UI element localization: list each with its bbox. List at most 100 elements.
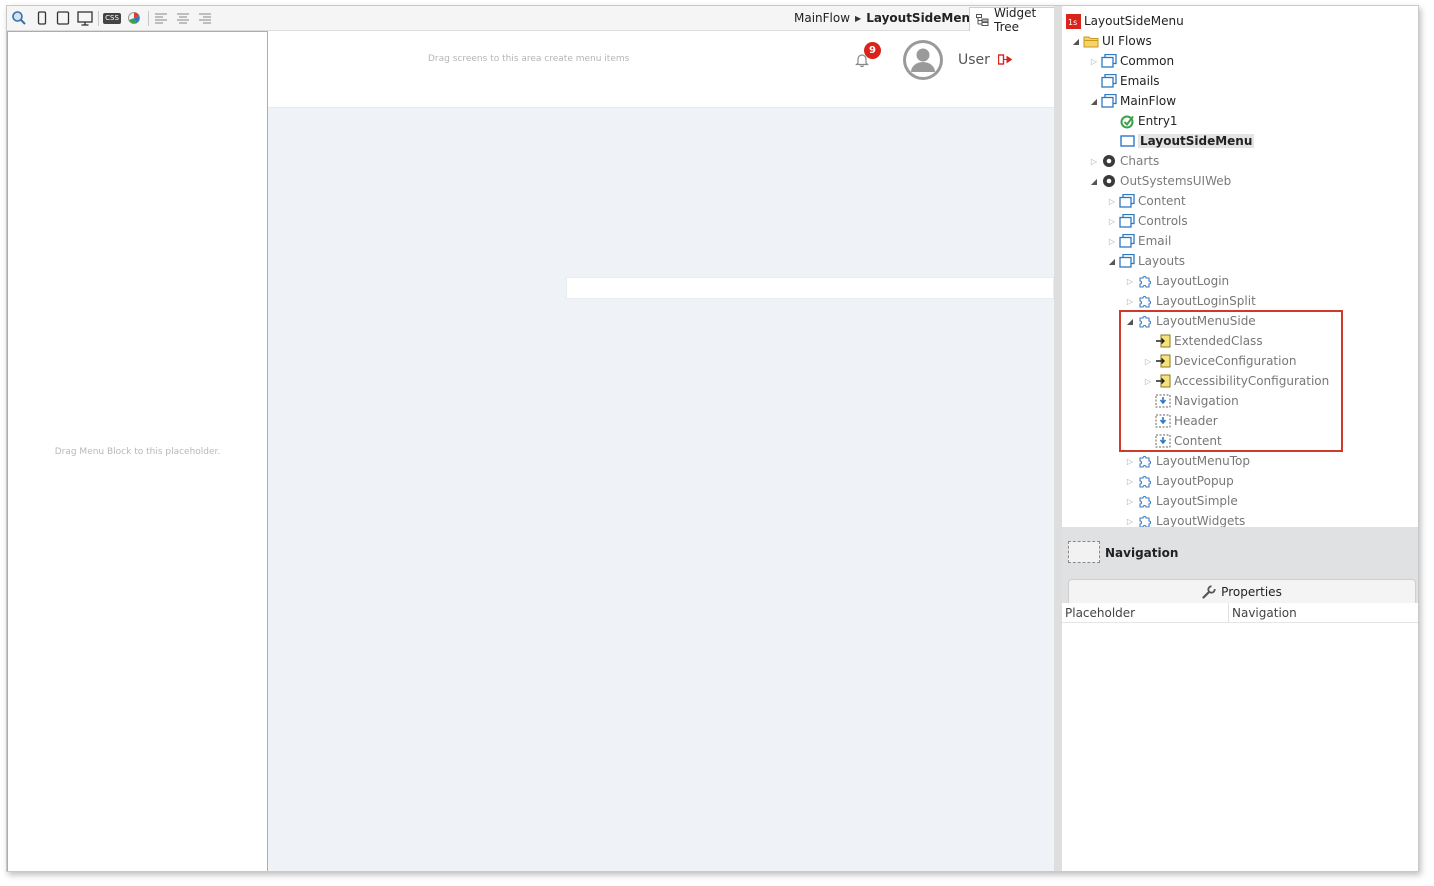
block-puzzle-icon [1137, 493, 1153, 509]
breadcrumb: MainFlow ▶ LayoutSideMenu [794, 11, 979, 25]
tree-node-layouts[interactable]: ◢ Layouts [1107, 251, 1185, 271]
ui-flow-icon [1119, 193, 1135, 209]
entry-check-icon [1119, 113, 1135, 129]
widget-tree-icon [976, 13, 989, 26]
breadcrumb-flow[interactable]: MainFlow [794, 11, 850, 25]
menu-placeholder[interactable]: Drag Menu Block to this placeholder. [7, 31, 268, 871]
ui-flow-icon [1101, 53, 1117, 69]
logout-icon[interactable] [997, 53, 1013, 66]
svg-text:1s: 1s [1068, 18, 1077, 27]
expand-icon[interactable]: ▷ [1125, 477, 1135, 486]
user-name[interactable]: User [958, 52, 990, 68]
module-reference-icon [1101, 153, 1117, 169]
menu-placeholder-hint: Drag Menu Block to this placeholder. [54, 447, 221, 457]
tree-node-layoutloginsplit[interactable]: ▷ LayoutLoginSplit [1125, 291, 1256, 311]
ui-flow-icon [1119, 233, 1135, 249]
block-puzzle-icon [1137, 293, 1153, 309]
properties-tab-label: Properties [1221, 584, 1282, 599]
phone-icon[interactable] [33, 10, 51, 26]
zoom-icon[interactable] [10, 10, 28, 26]
folder-icon [1083, 33, 1099, 49]
theme-icon[interactable] [125, 10, 143, 26]
os-module-icon: 1s [1065, 13, 1081, 29]
tree-node-mainflow[interactable]: ◢ MainFlow [1089, 91, 1176, 111]
expand-icon[interactable]: ▷ [1125, 517, 1135, 526]
tree-root-label: LayoutSideMenu [1084, 14, 1184, 28]
tree-node-email[interactable]: ▷ Email [1107, 231, 1171, 251]
widget-tree: 1s LayoutSideMenu ◢ UI Flows ▷ Common Em… [1062, 6, 1418, 527]
expand-icon[interactable]: ▷ [1125, 297, 1135, 306]
breadcrumb-arrow-icon: ▶ [855, 14, 862, 23]
expand-icon[interactable]: ▷ [1125, 277, 1135, 286]
expand-icon[interactable]: ▷ [1107, 217, 1117, 226]
align-right-icon[interactable] [196, 10, 214, 26]
expand-icon[interactable]: ▷ [1107, 237, 1117, 246]
ui-flow-icon [1101, 93, 1117, 109]
tree-node-charts[interactable]: ▷ Charts [1089, 151, 1159, 171]
tree-node-layoutpopup[interactable]: ▷ LayoutPopup [1125, 471, 1234, 491]
notification-badge: 9 [864, 42, 881, 59]
toolbar-divider [148, 11, 149, 26]
align-center-icon[interactable] [174, 10, 192, 26]
tree-node-common[interactable]: ▷ Common [1089, 51, 1174, 71]
widget-tree-tab-label: Widget Tree [994, 5, 1037, 34]
tree-node-outsystemsuiweb[interactable]: ◢ OutSystemsUIWeb [1089, 171, 1231, 191]
tree-root[interactable]: 1s LayoutSideMenu [1065, 11, 1184, 31]
block-puzzle-icon [1137, 473, 1153, 489]
avatar[interactable] [902, 39, 944, 81]
block-puzzle-icon [1137, 453, 1153, 469]
app-window: CSS MainFlow ▶ LayoutSideMenu Widget Tree … [6, 5, 1419, 872]
module-reference-icon [1101, 173, 1117, 189]
expand-icon[interactable]: ▷ [1089, 157, 1099, 166]
expand-icon[interactable]: ▷ [1125, 457, 1135, 466]
widget-tree-panel: 1s LayoutSideMenu ◢ UI Flows ▷ Common Em… [1062, 6, 1418, 871]
collapse-icon[interactable]: ◢ [1071, 37, 1081, 46]
expand-icon[interactable]: ▷ [1107, 197, 1117, 206]
placeholder-preview-icon [1068, 541, 1100, 563]
collapse-icon[interactable]: ◢ [1089, 97, 1099, 106]
design-canvas: Drag Menu Block to this placeholder. Dra… [7, 31, 1054, 871]
tree-node-controls[interactable]: ▷ Controls [1107, 211, 1188, 231]
tree-node-content[interactable]: ▷ Content [1107, 191, 1186, 211]
align-left-icon[interactable] [152, 10, 170, 26]
canvas-toolbar: CSS MainFlow ▶ LayoutSideMenu Widget Tree [7, 5, 1061, 34]
panel-splitter[interactable] [1054, 6, 1062, 871]
tree-node-entry1[interactable]: Entry1 [1107, 111, 1178, 131]
selected-element-header: Navigation Properties [1062, 527, 1418, 603]
ui-flow-icon [1119, 213, 1135, 229]
toolbar-divider [98, 11, 99, 26]
ui-flow-icon [1101, 73, 1117, 89]
expand-icon[interactable]: ▷ [1089, 57, 1099, 66]
tree-node-layoutsimple[interactable]: ▷ LayoutSimple [1125, 491, 1238, 511]
css-icon[interactable]: CSS [103, 10, 121, 26]
block-puzzle-icon [1137, 513, 1153, 527]
tab-widget-tree[interactable]: Widget Tree [969, 5, 1061, 34]
highlight-box [1119, 310, 1343, 452]
breadcrumb-screen[interactable]: LayoutSideMenu [866, 11, 978, 25]
property-key: Placeholder [1065, 606, 1136, 620]
block-puzzle-icon [1137, 273, 1153, 289]
tablet-icon[interactable] [54, 10, 72, 26]
property-value[interactable]: Navigation [1232, 606, 1297, 620]
property-divider [1228, 603, 1229, 623]
tree-node-layoutmenutop[interactable]: ▷ LayoutMenuTop [1125, 451, 1250, 471]
property-row-placeholder[interactable]: Placeholder Navigation [1062, 603, 1418, 623]
tree-node-layoutsidemenu[interactable]: LayoutSideMenu [1107, 131, 1255, 151]
tree-node-ui-flows[interactable]: ◢ UI Flows [1071, 31, 1152, 51]
screen-icon [1119, 133, 1135, 149]
header-hint: Drag screens to this area create menu it… [428, 54, 630, 64]
content-placeholder[interactable] [566, 277, 1054, 299]
wrench-icon [1202, 584, 1216, 599]
desktop-icon[interactable] [76, 10, 94, 26]
ui-flow-icon [1119, 253, 1135, 269]
collapse-icon[interactable]: ◢ [1089, 177, 1099, 186]
tab-properties[interactable]: Properties [1068, 579, 1416, 603]
selected-element-name: Navigation [1105, 546, 1179, 560]
css-label: CSS [103, 12, 121, 24]
tree-node-emails[interactable]: Emails [1089, 71, 1160, 91]
collapse-icon[interactable]: ◢ [1107, 257, 1117, 266]
header-placeholder[interactable]: Drag screens to this area create menu it… [268, 31, 1054, 108]
expand-icon[interactable]: ▷ [1125, 497, 1135, 506]
tree-node-layoutlogin[interactable]: ▷ LayoutLogin [1125, 271, 1229, 291]
tree-node-layoutwidgets[interactable]: ▷ LayoutWidgets [1125, 511, 1245, 527]
